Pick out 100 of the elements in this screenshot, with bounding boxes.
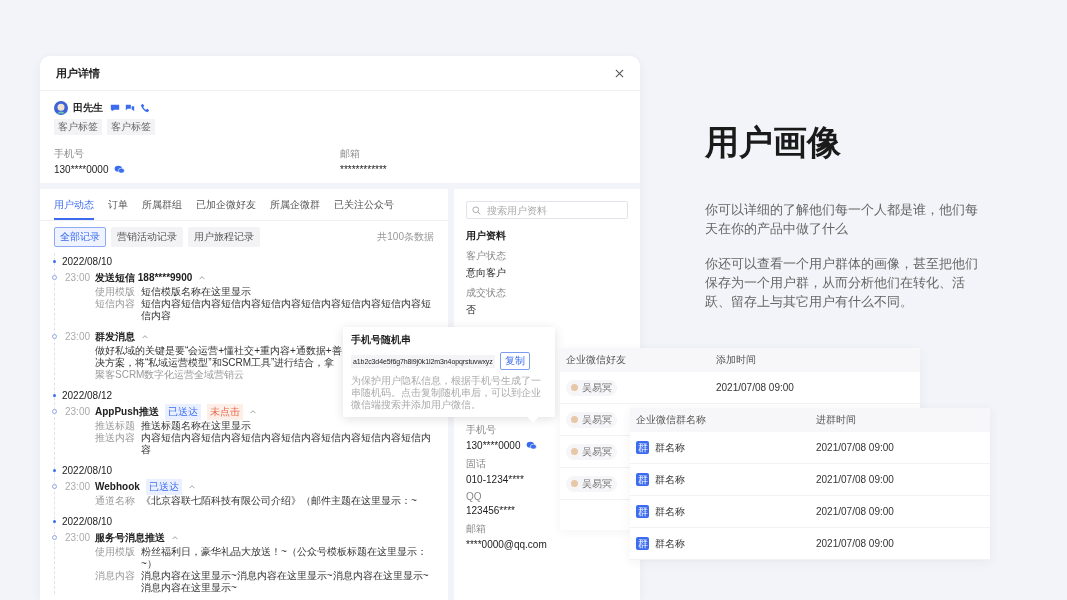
customer-tag: 客户标签 (107, 119, 155, 135)
detail-label: 使用模版 (95, 546, 135, 559)
table-cell: 2021/07/08 09:00 (716, 382, 794, 393)
event-title: 服务号消息推送 (95, 530, 165, 545)
table-cell: 2021/07/08 09:00 (816, 506, 894, 517)
detail-label: 通道名称 (95, 495, 135, 507)
event-time: 23:00 (65, 406, 89, 417)
field-label: 邮箱 (340, 147, 360, 161)
copy-button[interactable]: 复制 (499, 352, 530, 370)
event-time: 23:00 (65, 331, 89, 342)
status-badge: 已送达 (145, 478, 182, 495)
tab[interactable]: 已加企微好友 (196, 189, 256, 220)
group-avatar: 群 (636, 441, 649, 454)
contact-chip[interactable]: 吴易冥 (566, 411, 617, 428)
tab[interactable]: 订单 (108, 189, 128, 220)
wechat-icon[interactable] (113, 165, 125, 174)
table-cell: 群名称 (655, 504, 685, 519)
detail-value: 内容短信内容短信内容短信内容短信内容短信内容短信内容短信内容 (141, 432, 432, 456)
feature-description: 你可以详细的了解他们每一个人都是谁，他们每天在你的产品中做了什么 (705, 201, 979, 238)
column-header: 添加时间 (716, 353, 756, 367)
field-value: 010-1234**** (466, 474, 524, 485)
contact-chip[interactable]: 吴易冥 (566, 475, 617, 492)
group-avatar: 群 (636, 537, 649, 550)
timeline-node (52, 275, 57, 280)
close-icon[interactable] (615, 68, 624, 78)
timeline-node (52, 484, 57, 489)
message-source: 聚客SCRM数字化运营全域营销云 (95, 369, 245, 381)
field-label: 手机号 (54, 147, 84, 161)
table-cell: 2021/07/08 09:00 (816, 442, 894, 453)
contact-chip[interactable]: 吴易冥 (566, 443, 617, 460)
wechat-icon[interactable] (525, 441, 537, 450)
field-label: 固话 (466, 457, 486, 471)
feature-title: 用户画像 (705, 122, 842, 163)
timeline-date: 2022/08/10 (62, 255, 113, 267)
column-header: 企业微信群名称 (635, 413, 707, 427)
timeline-node (52, 409, 57, 414)
tab[interactable]: 已关注公众号 (334, 189, 394, 220)
customer-tag: 客户标签 (54, 119, 102, 135)
group-avatar: 群 (636, 505, 649, 518)
timeline-date: 2022/08/12 (62, 389, 113, 401)
popover-title: 手机号随机串 (351, 333, 412, 347)
timeline-dot (53, 468, 56, 472)
table-cell: 2021/07/08 09:00 (816, 474, 894, 485)
field-value: ************ (340, 164, 387, 175)
event-title: Webhook (95, 481, 140, 492)
field-value: 130****0000 (54, 164, 109, 175)
tab[interactable]: 所属企微群 (270, 189, 320, 220)
field-label: 客户状态 (466, 249, 506, 263)
column-header: 企业微信好友 (565, 353, 627, 367)
field-value: 130****0000 (466, 440, 521, 451)
contact-chip[interactable]: 吴易冥 (566, 379, 617, 396)
table-cell: 群名称 (655, 440, 685, 455)
feature-description: 你还可以查看一个用户群体的画像，甚至把他们保存为一个用户群，从而分析他们在转化、活跃、留存上与其它用户有什么不同。 (705, 255, 979, 311)
table-cell: 2021/07/08 09:00 (816, 538, 894, 549)
filter-chip[interactable]: 用户旅程记录 (188, 227, 260, 247)
event-title: 群发消息 (95, 329, 135, 344)
filter-chip[interactable]: 营销活动记录 (111, 227, 183, 247)
tab[interactable]: 所属群组 (142, 189, 182, 220)
table-cell: 群名称 (655, 472, 685, 487)
event-time: 23:00 (65, 272, 89, 283)
record-count: 共100条数据 (377, 230, 434, 244)
section-title: 用户资料 (466, 229, 507, 243)
filter-chip[interactable]: 全部记录 (54, 227, 106, 247)
detail-label: 推送内容 (95, 432, 135, 445)
field-value: ****0000@qq.com (466, 539, 547, 550)
detail-value: 短信内容短信内容短信内容短信内容短信内容短信内容短信内容短信内容 (141, 298, 432, 322)
search-icon (472, 206, 481, 215)
detail-value: 短信模版名称在这里显示 (141, 286, 251, 298)
message-text: 做好私域的关键是要“会运营+懂社交+重内容+通数据+善 (95, 345, 342, 357)
field-value: 123456**** (466, 505, 515, 516)
timeline-dot (53, 393, 56, 397)
timeline-dot (53, 259, 56, 263)
event-title: AppPush推送 (95, 404, 159, 419)
timeline-dot (53, 519, 56, 523)
field-label: 邮箱 (466, 522, 486, 536)
detail-label: 使用模版 (95, 286, 135, 298)
detail-label: 消息内容 (95, 570, 135, 583)
field-label: QQ (466, 491, 482, 502)
search-field[interactable]: 搜索用户资料 (466, 201, 628, 219)
event-time: 23:00 (65, 532, 89, 543)
user-name: 田先生 (73, 101, 103, 115)
detail-value: 消息内容在这里显示~消息内容在这里显示~消息内容在这里显示~消息内容在这里显示~ (141, 570, 430, 594)
table-cell: 群名称 (655, 536, 685, 551)
dialog-title: 用户详情 (56, 65, 100, 81)
timeline-date: 2022/08/10 (62, 464, 113, 476)
phone-icon[interactable] (140, 103, 150, 113)
tab[interactable]: 用户动态 (54, 189, 94, 220)
message-text: 决方案，将“私域运营模型”和SCRM工具”进行结合，拿 (95, 357, 335, 369)
event-title: 发送短信 188****9900 (95, 270, 193, 285)
avatar-icon (54, 101, 68, 115)
message-icon[interactable] (110, 103, 120, 113)
timeline-node (52, 334, 57, 339)
field-value: 否 (466, 303, 476, 317)
field-label: 手机号 (466, 423, 496, 437)
detail-value: 《北京容联七陌科技有限公司介绍》（邮件主题在这里显示：~ (141, 495, 417, 507)
detail-label: 推送标题 (95, 420, 135, 432)
chat-icon[interactable] (125, 103, 135, 113)
status-badge: 已送达 (164, 403, 201, 420)
detail-value: 推送标题名称在这里显示 (141, 420, 251, 432)
field-label: 成交状态 (466, 286, 506, 300)
